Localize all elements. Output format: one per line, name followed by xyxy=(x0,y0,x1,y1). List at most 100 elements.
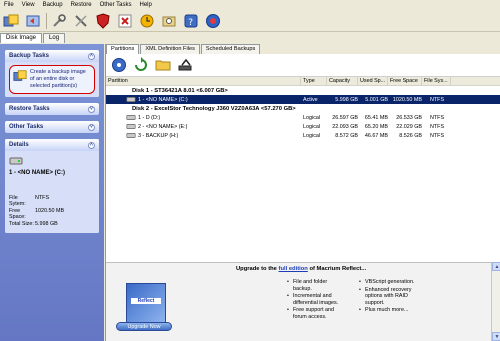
tab-xml-definition-files[interactable]: XML Definition Files xyxy=(140,44,200,54)
partition-name: 1 - D (D:) xyxy=(138,114,161,121)
disk-row[interactable]: Disk 2 - ExcelStor Technology J360 V2Z0A… xyxy=(106,104,500,113)
total-size-value: 5.998 GB xyxy=(35,221,58,227)
update-icon[interactable] xyxy=(204,12,222,30)
menu-other-tasks[interactable]: Other Tasks xyxy=(100,2,132,8)
collapse-up-icon[interactable]: ˄ xyxy=(88,52,95,60)
menu-restore[interactable]: Restore xyxy=(71,2,92,8)
menu-backup[interactable]: Backup xyxy=(43,2,63,8)
backup-tasks-header[interactable]: Backup Tasks ˄ xyxy=(5,50,99,62)
partition-capacity: 26.597 GB xyxy=(332,114,358,121)
partition-capacity: 22.093 GB xyxy=(332,123,358,130)
menu-view[interactable]: View xyxy=(22,2,35,8)
upgrade-now-button[interactable]: Upgrade Now xyxy=(116,322,172,331)
partition-capacity: 8.572 GB xyxy=(335,132,358,139)
partition-row[interactable]: 1 - <NO NAME> (C:) Active 5.998 GB 5.001… xyxy=(106,95,500,104)
full-edition-link[interactable]: full edition xyxy=(279,266,308,272)
close-icon[interactable] xyxy=(116,12,134,30)
partition-used: 65.41 MB xyxy=(364,114,388,121)
browse-image-icon[interactable] xyxy=(160,12,178,30)
free-space-value: 1020.50 MB xyxy=(35,208,65,214)
restore-tasks-header[interactable]: Restore Tasks ˅ xyxy=(5,103,99,115)
feature-item: Incremental and differential images. xyxy=(286,293,346,306)
refresh-icon[interactable] xyxy=(132,56,150,74)
disk-icon[interactable] xyxy=(110,56,128,74)
scroll-down-icon[interactable]: ▼ xyxy=(492,332,500,341)
partition-type: Logical xyxy=(303,132,321,139)
details-header[interactable]: Details ˄ xyxy=(5,139,99,151)
partition-type: Logical xyxy=(303,114,321,121)
toolbar-separator xyxy=(46,12,47,29)
restore-icon[interactable] xyxy=(24,12,42,30)
tools-icon[interactable] xyxy=(72,12,90,30)
partition-name: 2 - <NO NAME> (E:) xyxy=(138,123,188,130)
create-backup-image-task[interactable]: Create a backup image of an entire disk … xyxy=(9,65,95,94)
hard-drive-icon xyxy=(126,97,136,102)
restore-tasks-panel: Restore Tasks ˅ xyxy=(5,103,99,115)
main-content: Partitions XML Definition Files Schedule… xyxy=(105,44,500,341)
hard-drive-icon xyxy=(9,157,23,165)
upgrade-title: Upgrade to the full edition of Macrium R… xyxy=(236,266,366,272)
hard-drive-icon xyxy=(126,124,136,129)
folder-icon[interactable] xyxy=(154,56,172,74)
settings-icon[interactable] xyxy=(50,12,68,30)
feature-item: Enhanced recovery options with RAID supp… xyxy=(358,287,420,307)
shield-icon[interactable] xyxy=(94,12,112,30)
schedule-icon[interactable] xyxy=(138,12,156,30)
tab-disk-image[interactable]: Disk Image xyxy=(0,33,43,43)
expand-down-icon[interactable]: ˅ xyxy=(88,123,95,131)
column-used-space[interactable]: Used Sp... xyxy=(358,76,388,86)
partition-row[interactable]: 2 - <NO NAME> (E:) Logical 22.093 GB 65.… xyxy=(106,122,500,131)
partition-free: 26.533 GB xyxy=(396,114,422,121)
partition-used: 5.001 GB xyxy=(365,96,388,103)
scroll-up-icon[interactable]: ▲ xyxy=(492,262,500,271)
column-file-system[interactable]: File Sys... xyxy=(422,76,451,86)
other-tasks-header[interactable]: Other Tasks ˅ xyxy=(5,121,99,133)
column-free-space[interactable]: Free Space xyxy=(388,76,422,86)
expand-down-icon[interactable]: ˅ xyxy=(88,105,95,113)
partition-list: Disk 1 - ST36421A 8.01 <6.007 GB> 1 - <N… xyxy=(106,86,500,140)
backup-tasks-panel: Backup Tasks ˄ Create a backup image of … xyxy=(5,50,99,97)
menu-file[interactable]: File xyxy=(4,2,14,8)
column-capacity[interactable]: Capacity xyxy=(327,76,358,86)
backup-tasks-title: Backup Tasks xyxy=(9,53,49,59)
backup-image-icon[interactable] xyxy=(2,12,20,30)
column-partition[interactable]: Partition xyxy=(106,76,301,86)
partition-fs: NTFS xyxy=(430,123,445,130)
main-toolbar: ? xyxy=(0,10,500,32)
feature-list-1: File and folder backup. Incremental and … xyxy=(286,279,346,322)
partition-name: 3 - BACKUP (H:) xyxy=(138,132,179,139)
hard-drive-icon xyxy=(126,133,136,138)
feature-item: Free support and forum access. xyxy=(286,307,346,320)
partition-fs: NTFS xyxy=(430,96,445,103)
tab-log[interactable]: Log xyxy=(43,33,66,43)
file-system-label: File Sytem: xyxy=(9,195,26,207)
tab-partitions[interactable]: Partitions xyxy=(106,44,140,54)
other-tasks-title: Other Tasks xyxy=(9,124,44,130)
partition-used: 46.67 MB xyxy=(364,132,388,139)
free-space-label: Free Space: xyxy=(9,208,26,220)
partition-fs: NTFS xyxy=(430,132,445,139)
backup-drive-icon[interactable] xyxy=(176,56,194,74)
partition-row[interactable]: 3 - BACKUP (H:) Logical 8.572 GB 46.67 M… xyxy=(106,131,500,140)
upgrade-panel-scrollbar[interactable]: ▲ ▼ xyxy=(491,262,500,341)
feature-item: File and folder backup. xyxy=(286,279,346,292)
collapse-up-icon[interactable]: ˄ xyxy=(88,141,95,149)
partition-row[interactable]: 1 - D (D:) Logical 26.597 GB 65.41 MB 26… xyxy=(106,113,500,122)
file-system-value: NTFS xyxy=(35,195,50,201)
partition-capacity: 5.998 GB xyxy=(335,96,358,103)
partitions-toolbar xyxy=(106,54,500,77)
hard-drive-icon xyxy=(126,115,136,120)
partition-used: 65.20 MB xyxy=(364,123,388,130)
disk-row[interactable]: Disk 1 - ST36421A 8.01 <6.007 GB> xyxy=(106,86,500,95)
partition-fs: NTFS xyxy=(430,114,445,121)
column-type[interactable]: Type xyxy=(301,76,327,86)
partition-free: 8.526 GB xyxy=(399,132,422,139)
partition-type: Logical xyxy=(303,123,321,130)
upgrade-title-suffix: of Macrium Reflect... xyxy=(307,266,367,272)
help-icon[interactable]: ? xyxy=(182,12,200,30)
menu-help[interactable]: Help xyxy=(140,2,152,8)
tab-scheduled-backups[interactable]: Scheduled Backups xyxy=(200,44,261,54)
total-size-label: Total Size: xyxy=(9,221,34,227)
partition-free: 1020.50 MB xyxy=(392,96,422,103)
restore-tasks-title: Restore Tasks xyxy=(9,106,50,112)
